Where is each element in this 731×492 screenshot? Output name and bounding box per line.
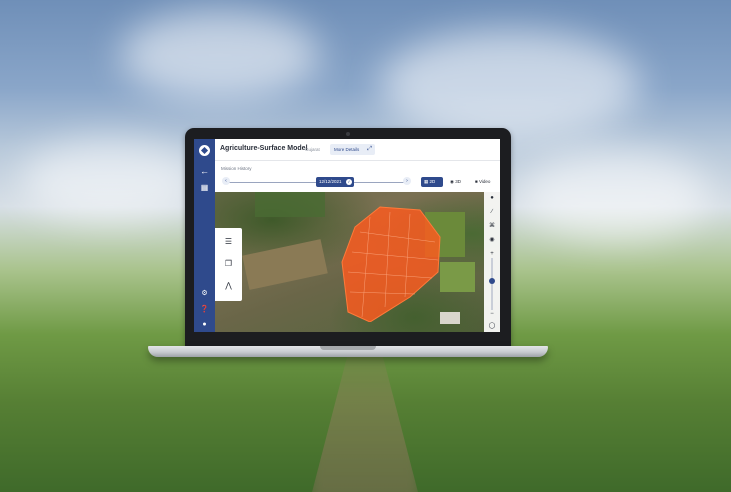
pin-icon[interactable]: ● [486, 192, 498, 204]
right-toolbar: ● ∕ ⌘ ◉ + − ◯ [484, 192, 500, 332]
sidebar: ← ▦ ⚙ ❓ ● [194, 139, 215, 332]
logo-icon[interactable] [199, 145, 210, 156]
video-icon: ■ [475, 179, 478, 184]
more-details-button[interactable]: More Details ⤢ [330, 144, 375, 155]
page-title: Agriculture-Surface Model [220, 145, 308, 152]
grid-icon[interactable]: ▦ [194, 183, 215, 193]
laptop-screen: ← ▦ ⚙ ❓ ● Agriculture-Surface Model Guja… [194, 139, 500, 332]
map-field [242, 239, 328, 290]
date-selector[interactable]: 12/12/2021 ✓ [316, 177, 354, 187]
cloud [20, 140, 200, 220]
laptop-notch [320, 346, 376, 350]
left-toolbar: ☰ ❐ ⋀ [215, 228, 242, 301]
cloud [120, 10, 320, 100]
layers-icon[interactable]: ☰ [223, 236, 234, 247]
back-arrow-icon[interactable]: ← [194, 166, 215, 176]
map-view[interactable]: ☰ ❐ ⋀ ● ∕ ⌘ ◉ + − ◯ [215, 192, 500, 332]
map-icon: ▦ [424, 179, 429, 184]
camera-icon [346, 132, 350, 136]
measure-icon[interactable]: ∕ [486, 206, 498, 218]
zoom-slider-handle[interactable] [489, 278, 495, 284]
settings-icon[interactable]: ⚙ [194, 289, 215, 299]
cloud [520, 150, 710, 240]
help-icon[interactable]: ❓ [194, 305, 215, 315]
map-field [255, 192, 325, 217]
breadcrumb[interactable]: Gujarat [305, 147, 320, 152]
user-icon[interactable]: ● [194, 320, 215, 330]
survey-overlay [341, 206, 441, 322]
copy-icon[interactable]: ❐ [223, 258, 234, 269]
view-3d-button[interactable]: ◉ 3D [450, 177, 461, 187]
mission-history-label: Mission History [221, 166, 252, 171]
view-video-label: Video [478, 179, 491, 184]
chevron-left-icon[interactable]: ‹ [222, 177, 230, 185]
view-3d-label: 3D [455, 179, 461, 184]
locate-icon[interactable]: ◯ [486, 320, 498, 332]
camera-icon[interactable]: ◉ [486, 234, 498, 246]
header: Agriculture-Surface Model Gujarat More D… [215, 139, 500, 161]
chevron-right-icon[interactable]: › [403, 177, 411, 185]
check-icon: ✓ [346, 179, 352, 185]
more-details-label: More Details [334, 147, 360, 152]
zoom-out-icon[interactable]: − [486, 308, 498, 320]
expand-icon: ⤢ [367, 146, 372, 152]
zoom-slider[interactable] [491, 258, 493, 310]
view-2d-label: 2D [429, 179, 436, 184]
cloud [380, 30, 640, 140]
view-video-button[interactable]: ■ Video [475, 177, 490, 187]
cube-icon: ◉ [450, 179, 454, 184]
date-label: 12/12/2021 [319, 179, 342, 184]
view-2d-button[interactable]: ▦ 2D [421, 177, 443, 187]
laptop-base [148, 346, 548, 357]
compass-icon[interactable]: ⋀ [223, 280, 234, 291]
crop-icon[interactable]: ⌘ [486, 220, 498, 232]
